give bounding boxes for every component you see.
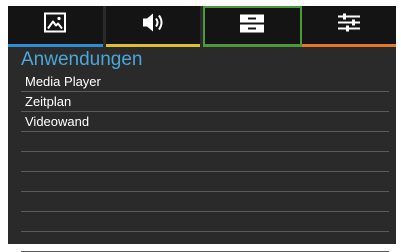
- list-item-empty: [21, 152, 389, 172]
- list-item-empty: [21, 232, 389, 252]
- osd-menu-panel: Anwendungen Media Player Zeitplan Videow…: [8, 6, 396, 252]
- tab-picture[interactable]: [8, 6, 106, 47]
- list-item-empty: [21, 172, 389, 192]
- list-item-schedule[interactable]: Zeitplan: [21, 92, 389, 112]
- picture-icon: [44, 12, 67, 37]
- speaker-icon: [141, 12, 165, 37]
- osd-screen: Anwendungen Media Player Zeitplan Videow…: [0, 0, 401, 252]
- tab-settings-underline: [301, 44, 396, 47]
- list-item-video-wall[interactable]: Videowand: [21, 112, 389, 132]
- application-list: Media Player Zeitplan Videowand: [21, 72, 389, 252]
- list-item-media-player[interactable]: Media Player: [21, 72, 389, 92]
- app-drawer-icon: [239, 13, 265, 38]
- tab-picture-underline: [8, 44, 103, 47]
- sliders-icon: [337, 12, 361, 37]
- list-item-empty: [21, 192, 389, 212]
- section-title: Anwendungen: [21, 49, 143, 70]
- tab-sound-underline: [105, 44, 200, 47]
- tab-settings[interactable]: [301, 6, 396, 47]
- list-item-empty: [21, 132, 389, 152]
- list-item-empty: [21, 212, 389, 232]
- category-tab-bar: [8, 6, 396, 47]
- tab-sound[interactable]: [105, 6, 203, 47]
- tab-applications-underline: [205, 44, 300, 47]
- tab-applications[interactable]: [203, 6, 302, 47]
